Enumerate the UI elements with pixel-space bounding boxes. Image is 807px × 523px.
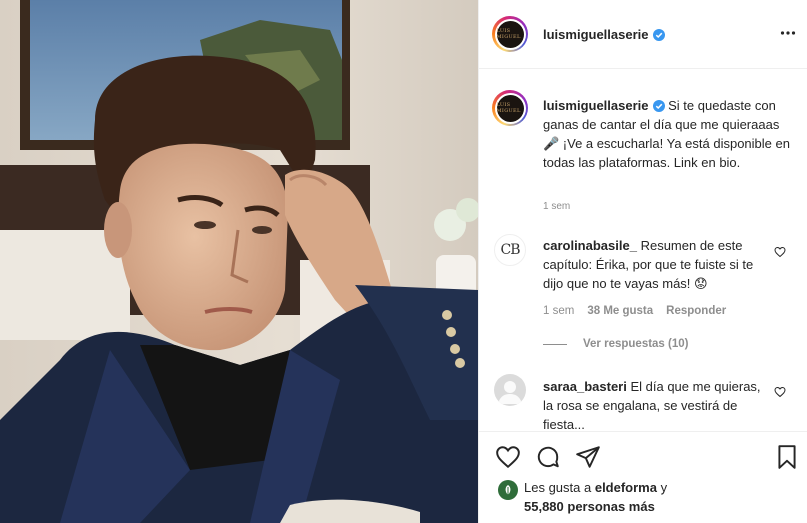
comment-like-heart-icon[interactable] (774, 386, 786, 398)
post-panel: LUIS MIGUEL luismiguellaserie LUIS MIGUE… (478, 0, 807, 523)
liker-avatar[interactable] (498, 480, 518, 500)
author-username-text[interactable]: luismiguellaserie (543, 27, 649, 42)
comment-meta: 1 sem 38 Me gusta Responder (543, 305, 726, 317)
heart-icon[interactable] (495, 444, 521, 470)
author-username[interactable]: luismiguellaserie (543, 27, 665, 42)
commenter-avatar-text: CB (500, 242, 521, 258)
post-actions: Les gusta a eldeforma y 55,880 personas … (479, 431, 807, 523)
likes-connector: y (660, 480, 668, 495)
post-header: LUIS MIGUEL luismiguellaserie (479, 0, 807, 69)
more-icon[interactable] (780, 25, 796, 41)
comments-area[interactable]: LUIS MIGUEL luismiguellaserie Si te qued… (479, 70, 807, 431)
caption-avatar[interactable]: LUIS MIGUEL (492, 90, 528, 126)
view-replies[interactable]: Ver respuestas (10) (543, 338, 688, 350)
comment-icon[interactable] (535, 444, 561, 470)
reply-button[interactable]: Responder (666, 305, 726, 317)
likes-text: Les gusta a eldeforma y 55,880 personas … (524, 478, 667, 516)
liker-username[interactable]: eldeforma (595, 480, 657, 495)
comment-time[interactable]: 1 sem (543, 305, 574, 317)
comment-username[interactable]: carolinabasile_ (543, 238, 637, 253)
likes-others[interactable]: 55,880 personas más (524, 499, 655, 514)
verified-icon (652, 100, 665, 112)
avatar-logo-text: LUIS MIGUEL (496, 28, 521, 40)
comment-likes[interactable]: 38 Me gusta (587, 305, 653, 317)
author-avatar[interactable]: LUIS MIGUEL (492, 16, 528, 52)
commenter-avatar[interactable] (494, 374, 526, 406)
replies-divider (543, 343, 567, 345)
commenter-avatar[interactable]: CB (494, 234, 526, 266)
post-image (0, 0, 478, 523)
caption-username[interactable]: luismiguellaserie (543, 98, 649, 113)
comment-like-heart-icon[interactable] (774, 246, 786, 258)
bookmark-icon[interactable] (774, 444, 800, 470)
comment: saraa_basteri El día que me quieras, la … (543, 377, 773, 431)
caption-timestamp[interactable]: 1 sem (543, 201, 570, 212)
view-replies-label[interactable]: Ver respuestas (10) (583, 338, 688, 350)
caption-avatar-logo-text: LUIS MIGUEL (496, 102, 521, 114)
leaf-icon (505, 485, 511, 495)
comment-username[interactable]: saraa_basteri (543, 379, 627, 394)
post-caption: luismiguellaserie Si te quedaste con gan… (543, 96, 795, 172)
likes-summary: Les gusta a eldeforma y 55,880 personas … (498, 478, 667, 516)
verified-icon (652, 29, 665, 41)
default-avatar-icon (498, 381, 522, 404)
likes-prefix: Les gusta a (524, 480, 592, 495)
share-icon[interactable] (575, 444, 601, 470)
post-photo[interactable] (0, 0, 478, 523)
comment: carolinabasile_ Resumen de este capítulo… (543, 236, 773, 293)
